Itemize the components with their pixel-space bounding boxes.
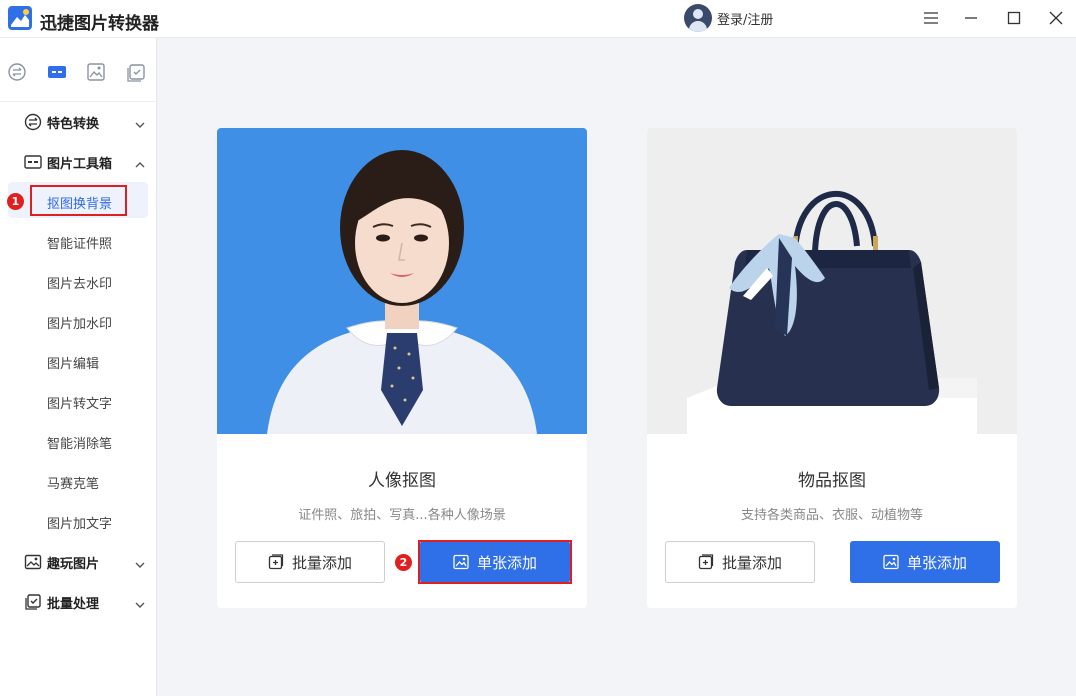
single-add-label: 单张添加 (906, 553, 967, 572)
batch-add-label: 批量添加 (721, 553, 782, 572)
card-title: 人像抠图 (368, 471, 436, 491)
chevron-down-icon (134, 116, 146, 128)
sidebar-top-icons (0, 38, 157, 102)
swap-circle-icon[interactable] (7, 62, 27, 82)
close-icon[interactable] (1046, 8, 1066, 28)
card-description: 证件照、旅拍、写真...各种人像场景 (298, 508, 506, 523)
image-icon[interactable] (86, 62, 106, 82)
sidebar-group-label: 图片工具箱 (47, 157, 113, 172)
step-badge: 2 (395, 554, 412, 571)
app-logo-icon (8, 6, 32, 30)
chevron-down-icon (134, 596, 146, 608)
card-title: 物品抠图 (798, 471, 866, 491)
app-title: 迅捷图片转换器 (40, 14, 159, 34)
handbag-image (647, 128, 1017, 434)
sidebar-item-smart-id-photo[interactable]: 智能证件照 (0, 222, 157, 258)
portrait-image (217, 128, 587, 434)
chevron-down-icon (134, 556, 146, 568)
image-sparkle-icon (24, 553, 42, 571)
step-highlight-box (418, 540, 572, 584)
minimize-icon[interactable] (961, 8, 981, 28)
sidebar-group-label: 特色转换 (47, 117, 100, 132)
avatar[interactable] (684, 4, 712, 32)
add-file-icon (268, 554, 284, 570)
checklist-icon[interactable] (126, 62, 146, 82)
sidebar-item-label: 图片加水印 (47, 317, 113, 332)
step-badge: 1 (7, 193, 24, 210)
sidebar-item-smart-eraser[interactable]: 智能消除笔 (0, 422, 157, 458)
batch-add-label: 批量添加 (291, 553, 352, 572)
title-bar: 迅捷图片转换器 登录/注册 (0, 0, 1076, 38)
sidebar-item-label: 马赛克笔 (47, 477, 100, 492)
single-add-button[interactable]: 单张添加 (850, 541, 1000, 583)
login-link[interactable]: 登录/注册 (717, 9, 773, 28)
swap-circle-icon (24, 113, 42, 131)
add-file-icon (698, 554, 714, 570)
sidebar-item-label: 图片加文字 (47, 517, 113, 532)
object-cutout-card: 物品抠图 支持各类商品、衣服、动植物等 批量添加 单张添加 (647, 128, 1017, 608)
maximize-icon[interactable] (1004, 8, 1024, 28)
card-description: 支持各类商品、衣服、动植物等 (740, 508, 923, 523)
sidebar-group-batch-process[interactable]: 批量处理 (0, 584, 157, 620)
toolbox-icon[interactable] (47, 62, 67, 82)
sidebar-item-image-edit[interactable]: 图片编辑 (0, 342, 157, 378)
sidebar-item-add-text[interactable]: 图片加文字 (0, 502, 157, 538)
batch-add-button[interactable]: 批量添加 (665, 541, 815, 583)
batch-add-button[interactable]: 批量添加 (235, 541, 385, 583)
sidebar: 特色转换 图片工具箱 抠图换背景 智能证件照 图片去水印 图片加水印 图片编辑 … (0, 38, 157, 696)
sidebar-group-label: 批量处理 (47, 597, 100, 612)
login-area[interactable]: 登录/注册 (684, 4, 773, 32)
sidebar-item-image-to-text[interactable]: 图片转文字 (0, 382, 157, 418)
sidebar-item-label: 图片去水印 (47, 277, 113, 292)
sidebar-item-label: 图片编辑 (47, 357, 100, 372)
sidebar-item-add-watermark[interactable]: 图片加水印 (0, 302, 157, 338)
portrait-cutout-card: 人像抠图 证件照、旅拍、写真...各种人像场景 批量添加 单张添加 (217, 128, 587, 608)
toolbox-icon (24, 153, 42, 171)
sidebar-group-label: 趣玩图片 (47, 557, 100, 572)
batch-check-icon (24, 593, 42, 611)
menu-icon[interactable] (921, 8, 941, 28)
sidebar-item-label: 智能证件照 (47, 237, 113, 252)
sidebar-group-special-convert[interactable]: 特色转换 (0, 104, 157, 140)
image-icon (883, 554, 899, 570)
sidebar-group-fun-images[interactable]: 趣玩图片 (0, 544, 157, 580)
step-highlight-box (30, 185, 127, 216)
sidebar-group-image-toolbox[interactable]: 图片工具箱 (0, 144, 157, 180)
sidebar-item-label: 图片转文字 (47, 397, 113, 412)
chevron-up-icon (134, 156, 146, 168)
sidebar-item-mosaic-pen[interactable]: 马赛克笔 (0, 462, 157, 498)
sidebar-item-remove-watermark[interactable]: 图片去水印 (0, 262, 157, 298)
sidebar-item-label: 智能消除笔 (47, 437, 113, 452)
